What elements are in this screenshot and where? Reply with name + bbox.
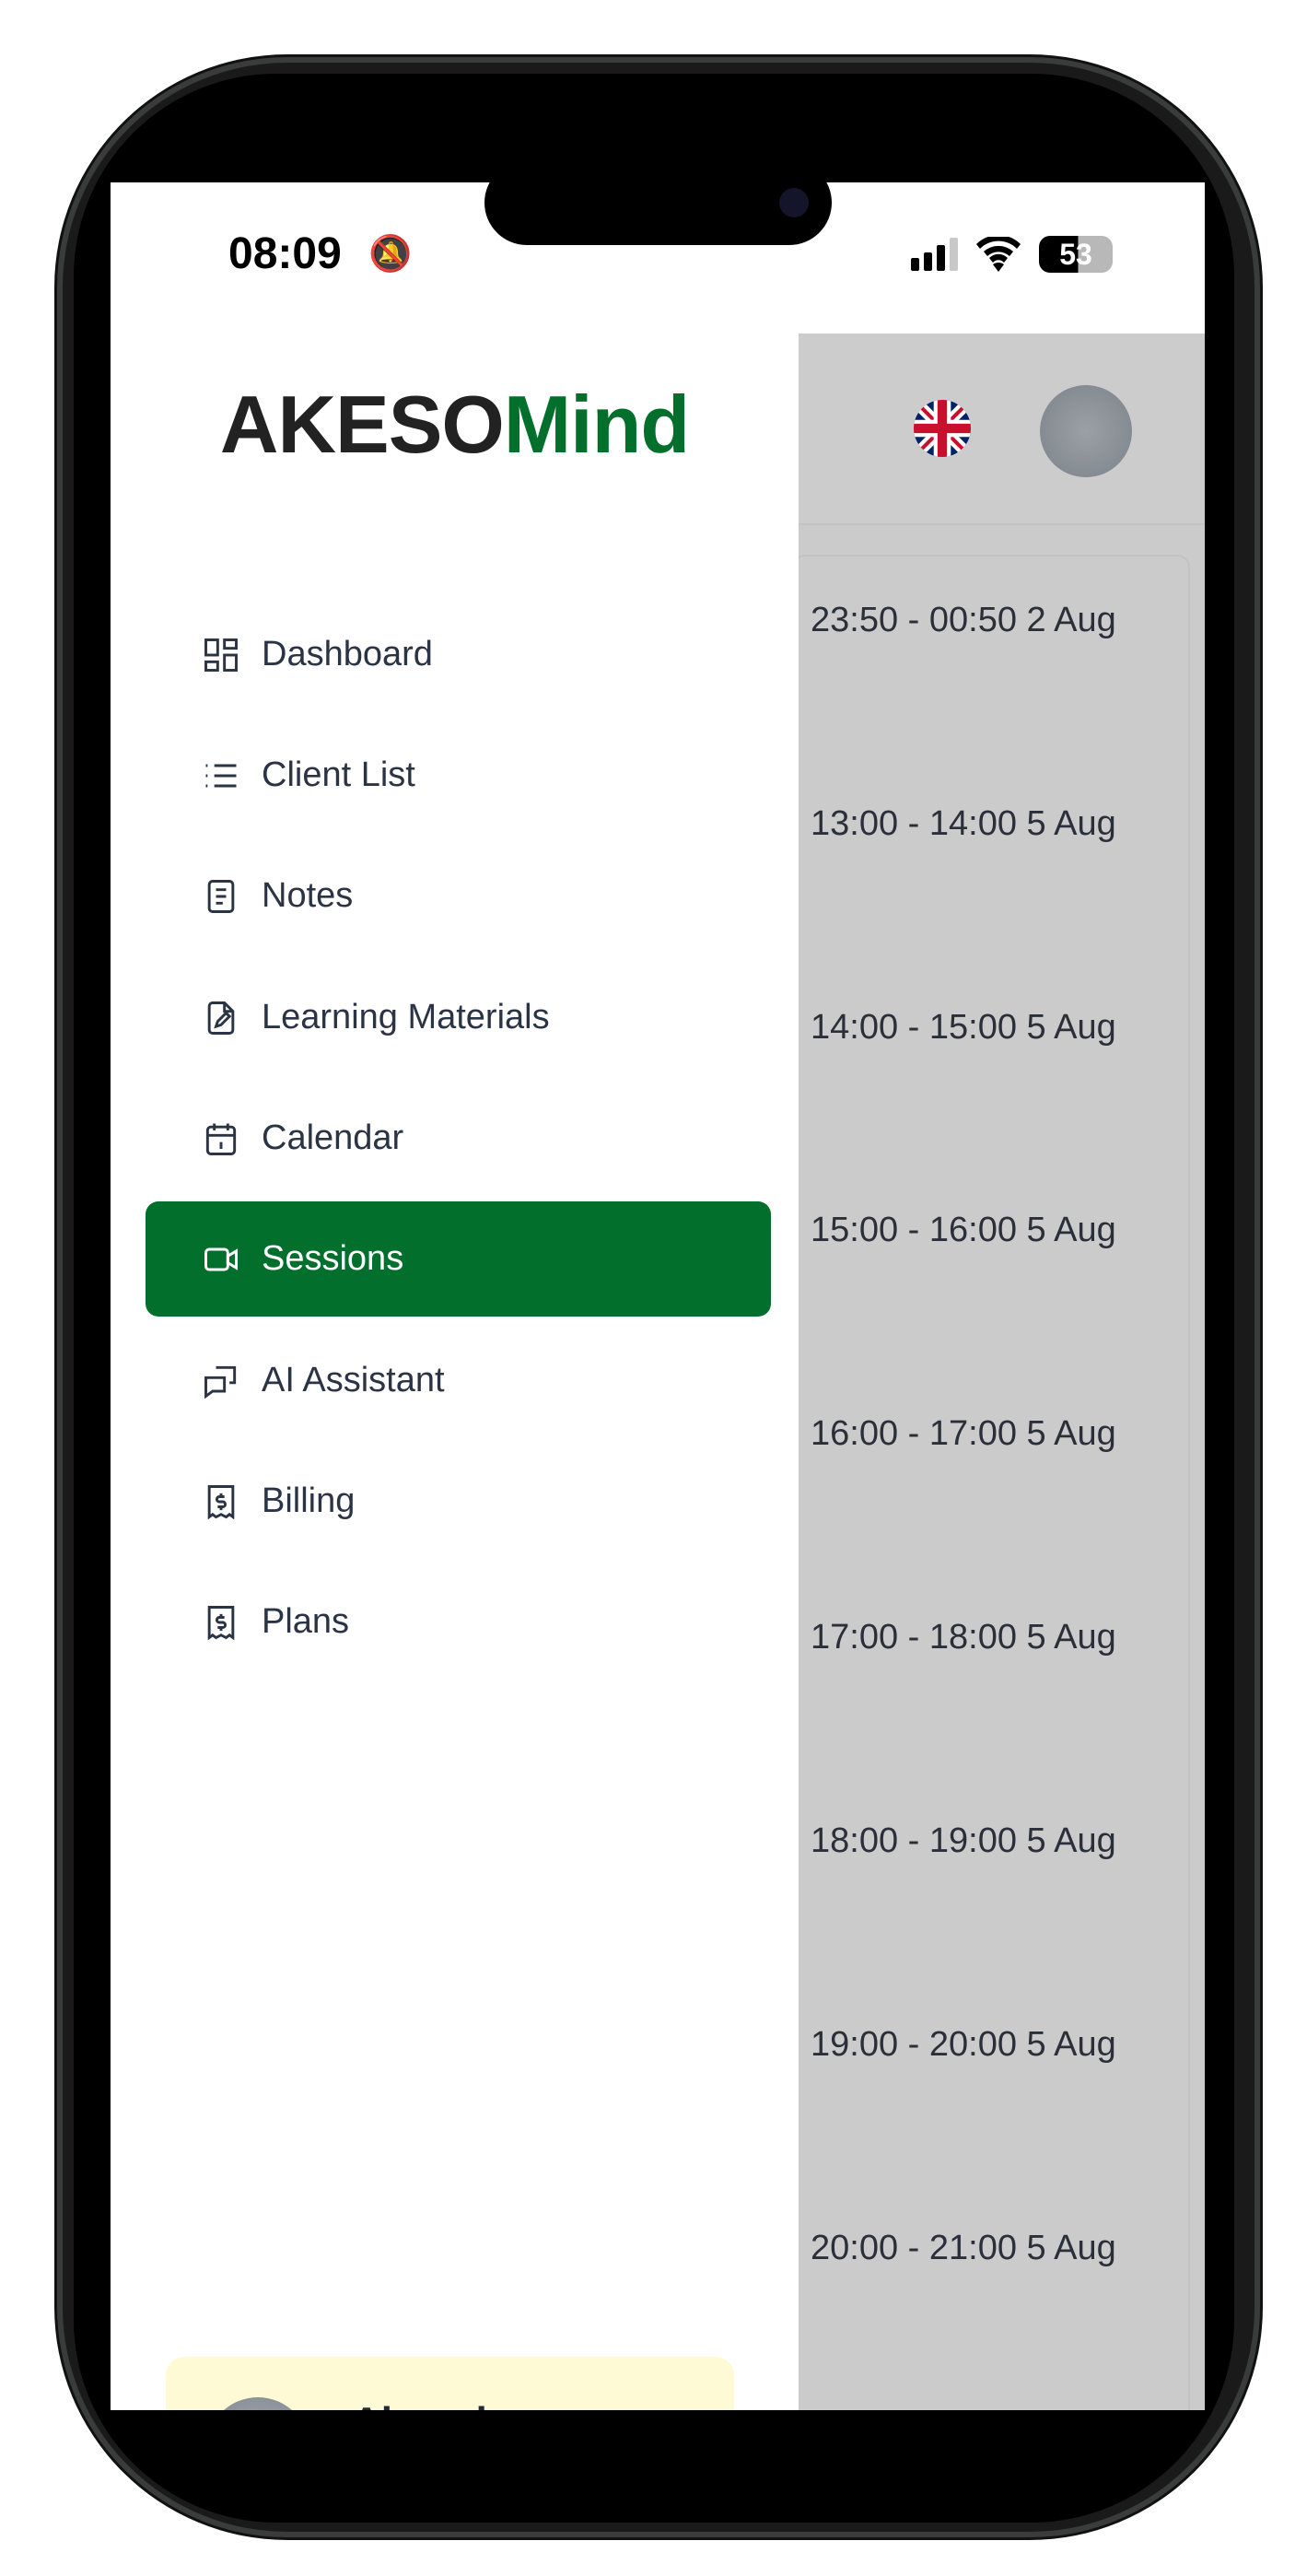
sidebar-item-label: Dashboard — [262, 635, 433, 673]
sidebar-item-ai-assistant[interactable]: AI Assistant — [146, 1323, 771, 1438]
session-time[interactable]: 16:00 - 17:00 5 Aug — [811, 1414, 1186, 1454]
sidebar-item-label: Sessions — [262, 1239, 404, 1278]
logo-text: AKESO — [219, 379, 505, 470]
uk-flag-icon[interactable] — [914, 400, 971, 457]
sidebar-item-label: Notes — [262, 876, 354, 915]
sidebar-item-label: Calendar — [262, 1118, 404, 1157]
status-icons: 53 — [911, 236, 1113, 273]
camera — [779, 188, 809, 217]
session-time[interactable]: 17:00 - 18:00 5 Aug — [811, 1618, 1186, 1657]
sidebar-item-calendar[interactable]: Calendar — [146, 1081, 771, 1196]
calendar-icon — [205, 1123, 237, 1155]
sidebar-item-billing[interactable]: Billing — [146, 1444, 771, 1559]
receipt-icon — [207, 1484, 235, 1519]
video-icon — [204, 1247, 238, 1270]
notes-icon — [207, 879, 235, 913]
logo: AKESOMind — [111, 378, 799, 472]
list-icon — [205, 764, 237, 787]
dashboard-icon — [204, 638, 238, 672]
document-edit-icon — [207, 1001, 235, 1035]
session-time[interactable]: 23:50 - 00:50 2 Aug — [811, 601, 1186, 640]
screen: 08:09 🔕 53 23:50 - 00:50 2 Aug 13:00 - 1… — [111, 182, 1205, 2410]
sidebar-item-label: Client List — [262, 755, 415, 794]
receipt-icon — [207, 1605, 235, 1640]
sidebar-item-label: Learning Materials — [262, 998, 550, 1036]
status-time: 08:09 — [228, 229, 342, 278]
session-time[interactable]: 14:00 - 15:00 5 Aug — [811, 1008, 1186, 1048]
profile-card: Alexnder Therapist — [166, 2357, 734, 2410]
wifi-icon — [976, 237, 1021, 272]
chat-icon — [204, 1365, 237, 1399]
sidebar-item-sessions[interactable]: Sessions — [146, 1201, 771, 1317]
sidebar-item-label: Plans — [262, 1602, 350, 1641]
avatar — [206, 2397, 309, 2410]
sidebar-item-label: AI Assistant — [262, 1361, 445, 1399]
top-header — [799, 334, 1205, 525]
session-time[interactable]: 15:00 - 16:00 5 Aug — [811, 1211, 1186, 1250]
profile-name: Alexnder — [352, 2399, 525, 2410]
battery-icon: 53 — [1039, 236, 1113, 273]
session-time[interactable]: 19:00 - 20:00 5 Aug — [811, 2025, 1186, 2065]
logo-text-accent: Mind — [503, 379, 690, 470]
bell-slash-icon: 🔕 — [368, 235, 413, 274]
sidebar-item-label: Billing — [262, 1481, 356, 1520]
sidebar-item-plans[interactable]: Plans — [146, 1564, 771, 1680]
sidebar-item-notes[interactable]: Notes — [146, 838, 771, 954]
session-time[interactable]: 13:00 - 14:00 5 Aug — [811, 804, 1186, 844]
avatar[interactable] — [1040, 385, 1132, 477]
dynamic-island — [484, 160, 832, 245]
sidebar-item-dashboard[interactable]: Dashboard — [146, 597, 771, 712]
sidebar-drawer: AKESOMind Dashboard Client List Notes Le… — [111, 334, 799, 2410]
session-time[interactable]: 18:00 - 19:00 5 Aug — [811, 1821, 1186, 1861]
signal-icon — [911, 238, 958, 271]
sidebar-item-learning-materials[interactable]: Learning Materials — [146, 960, 771, 1075]
sidebar-item-client-list[interactable]: Client List — [146, 718, 771, 833]
session-time[interactable]: 20:00 - 21:00 5 Aug — [811, 2229, 1186, 2268]
